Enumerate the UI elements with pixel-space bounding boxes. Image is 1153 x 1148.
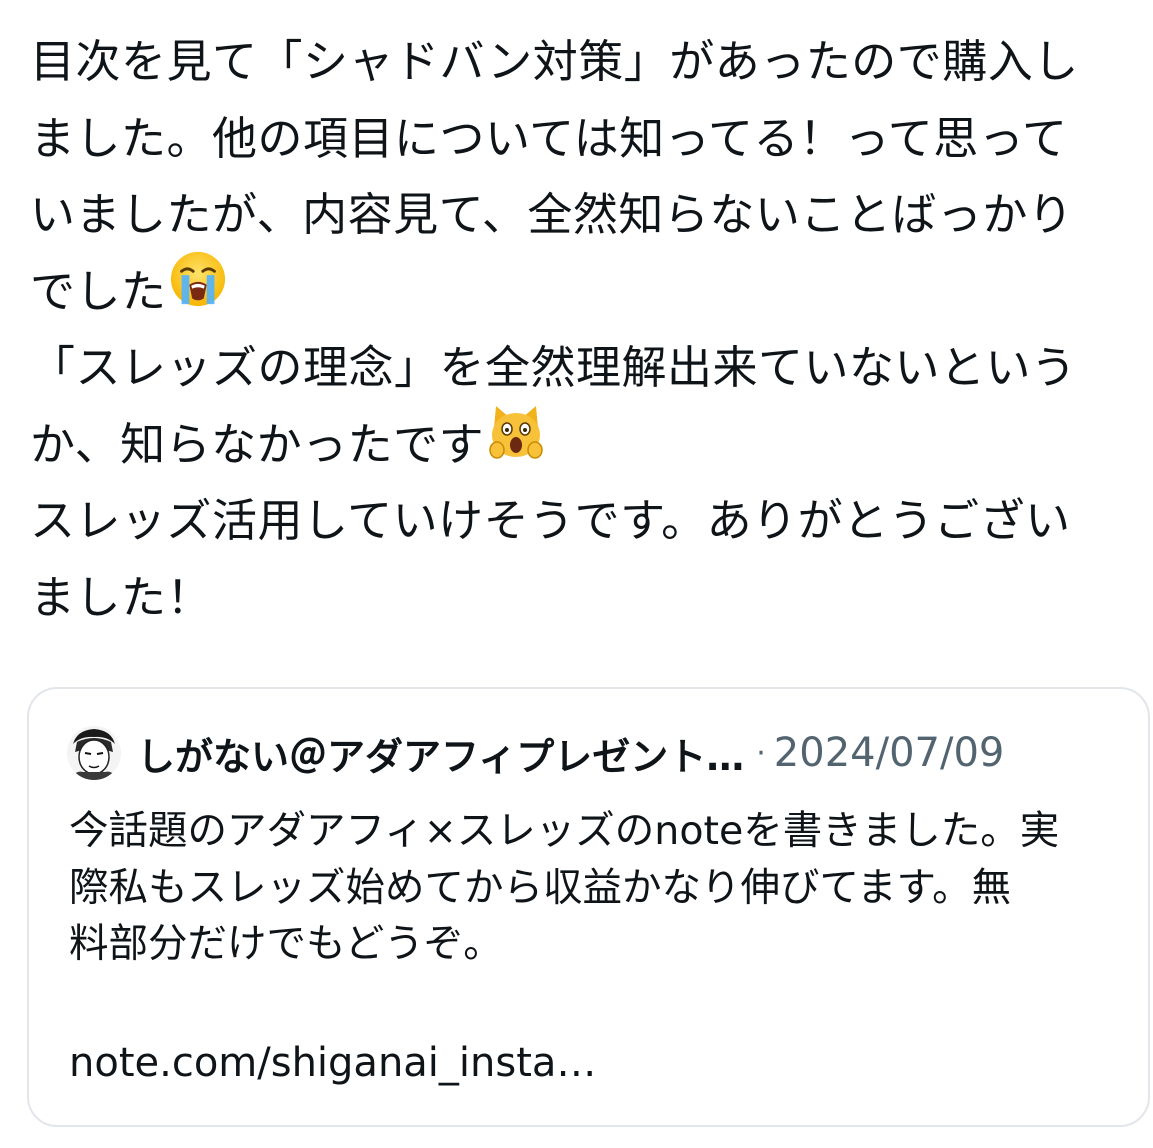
quote-line: 今話題のアダアフィ×スレッズのnoteを書きました。実 [69, 808, 1060, 854]
loudly-crying-face-icon [169, 250, 227, 332]
author-name[interactable]: しがない＠アダアフィプレゼント… [137, 726, 744, 781]
post-body: 目次を見て「シャドバン対策」があったので購入し ました。他の項目については知って… [30, 24, 1140, 636]
quote-line: 料部分だけでもどうぞ。 [69, 921, 503, 967]
post-line-text: か、知らなかったです [30, 417, 485, 471]
post-line: ました！ [30, 570, 213, 624]
separator-dot: · [756, 735, 766, 771]
post-line-with-emoji: でした [30, 251, 1140, 331]
post-date[interactable]: 2024/07/09 [774, 730, 1005, 776]
post-line: いましたが、内容見て、全然知らないことばっかり [30, 188, 1074, 241]
post-line: 「スレッズの理念」を全然理解出来ていないという [30, 341, 1077, 394]
quote-header: しがない＠アダアフィプレゼント… · 2024/07/09 [67, 723, 1004, 783]
weary-cat-face-icon [486, 402, 546, 486]
post-line-text: でした [30, 264, 167, 318]
post-line: スレッズ活用していけそうです。ありがとうござい [30, 494, 1071, 547]
quote-body: 今話題のアダアフィ×スレッズのnoteを書きました。実 際私もスレッズ始めてから… [69, 803, 1129, 973]
note-link[interactable]: note.com/shiganai_insta… [69, 1035, 596, 1091]
post-line-with-emoji: か、知らなかったです [30, 405, 1140, 484]
post-line: 目次を見て「シャドバン対策」があったので購入し [30, 35, 1079, 88]
quote-line: 際私もスレッズ始めてから収益かなり伸びてます。無 [69, 864, 1012, 911]
avatar[interactable] [67, 726, 121, 780]
quote-card[interactable]: しがない＠アダアフィプレゼント… · 2024/07/09 今話題のアダアフィ×… [27, 687, 1150, 1127]
post-line: ました。他の項目については知ってる！って思って [30, 111, 1068, 165]
